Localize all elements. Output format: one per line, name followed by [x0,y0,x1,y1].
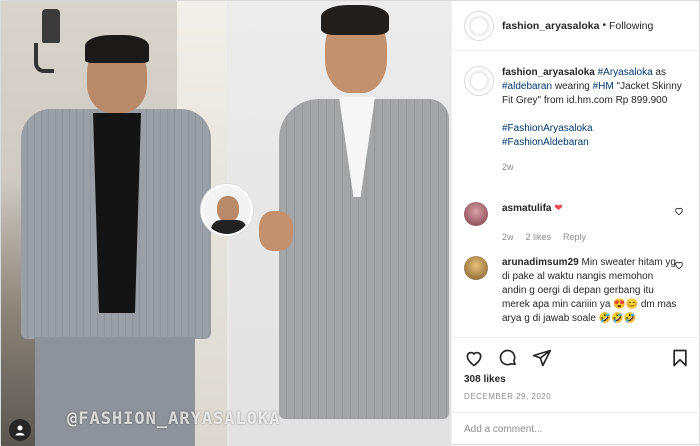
comment-body: asmatulifa ❤ 2w 2 likes Reply [502,202,677,244]
commenter-avatar[interactable] [464,202,488,226]
caption-body: fashion_aryasaloka #Aryasaloka as #aldeb… [502,66,692,174]
reply-button[interactable]: Reply [563,230,586,244]
caption-text: wearing [552,81,593,92]
instagram-post: @FASHION_ARYASALOKA fashion_aryasaloka •… [0,0,700,446]
comment-username[interactable]: asmatulifa [502,203,551,214]
caption-text: as [652,67,666,78]
share-icon[interactable] [532,348,552,368]
heart-icon[interactable] [674,206,684,216]
comment-item: arunadimsum29 Min sweater hitam yg di pa… [464,256,694,326]
comment-body: arunadimsum29 Min sweater hitam yg di pa… [502,256,677,326]
comment-input[interactable] [464,424,664,435]
post-actions: 308 likes DECEMBER 29, 2020 [452,337,700,412]
caption-username[interactable]: fashion_aryasaloka [502,67,595,78]
post-header: fashion_aryasaloka • Following [452,1,700,51]
add-comment-bar [452,412,700,446]
photo-right [229,1,451,446]
hashtag-link[interactable]: #HM [593,81,614,92]
bookmark-icon[interactable] [670,348,690,368]
post-date: DECEMBER 29, 2020 [464,392,552,401]
hashtag-link[interactable]: #aldebaran [502,81,552,92]
post-side-panel: fashion_aryasaloka • Following fashion_a… [451,1,700,446]
comment-likes[interactable]: 2 likes [526,230,552,244]
comment-item: asmatulifa ❤ 2w 2 likes Reply [464,202,694,244]
commenter-avatar[interactable] [464,256,488,280]
header-separator: • [602,20,606,31]
caption: fashion_aryasaloka #Aryasaloka as #aldeb… [464,66,694,174]
comment-username[interactable]: arunadimsum29 [502,257,579,268]
caption-avatar[interactable] [464,66,494,96]
person-left [21,35,211,446]
photo-left [1,1,227,446]
header-username[interactable]: fashion_aryasaloka [502,20,599,32]
heart-icon[interactable] [674,260,684,270]
comment-icon[interactable] [498,348,518,368]
action-icons [464,346,690,370]
comment-text: ❤ [554,203,563,214]
avatar[interactable] [464,10,494,41]
comment-age: 2w [502,232,514,242]
watermark: @FASHION_ARYASALOKA [67,409,281,429]
comments-section: fashion_aryasaloka #Aryasaloka as #aldeb… [452,52,700,337]
caption-age: 2w [502,162,514,172]
person-right [259,1,449,446]
post-media[interactable]: @FASHION_ARYASALOKA [1,1,451,446]
like-count[interactable]: 308 likes [464,374,506,385]
tagged-users-button[interactable] [9,419,31,441]
inset-portrait [201,184,253,236]
hashtag-link[interactable]: #FashionAryasaloka [502,123,593,134]
following-button[interactable]: Following [609,20,653,32]
like-icon[interactable] [464,348,484,368]
hashtag-link[interactable]: #Aryasaloka [598,67,653,78]
hashtag-link[interactable]: #FashionAldebaran [502,137,589,148]
user-icon [15,425,25,436]
